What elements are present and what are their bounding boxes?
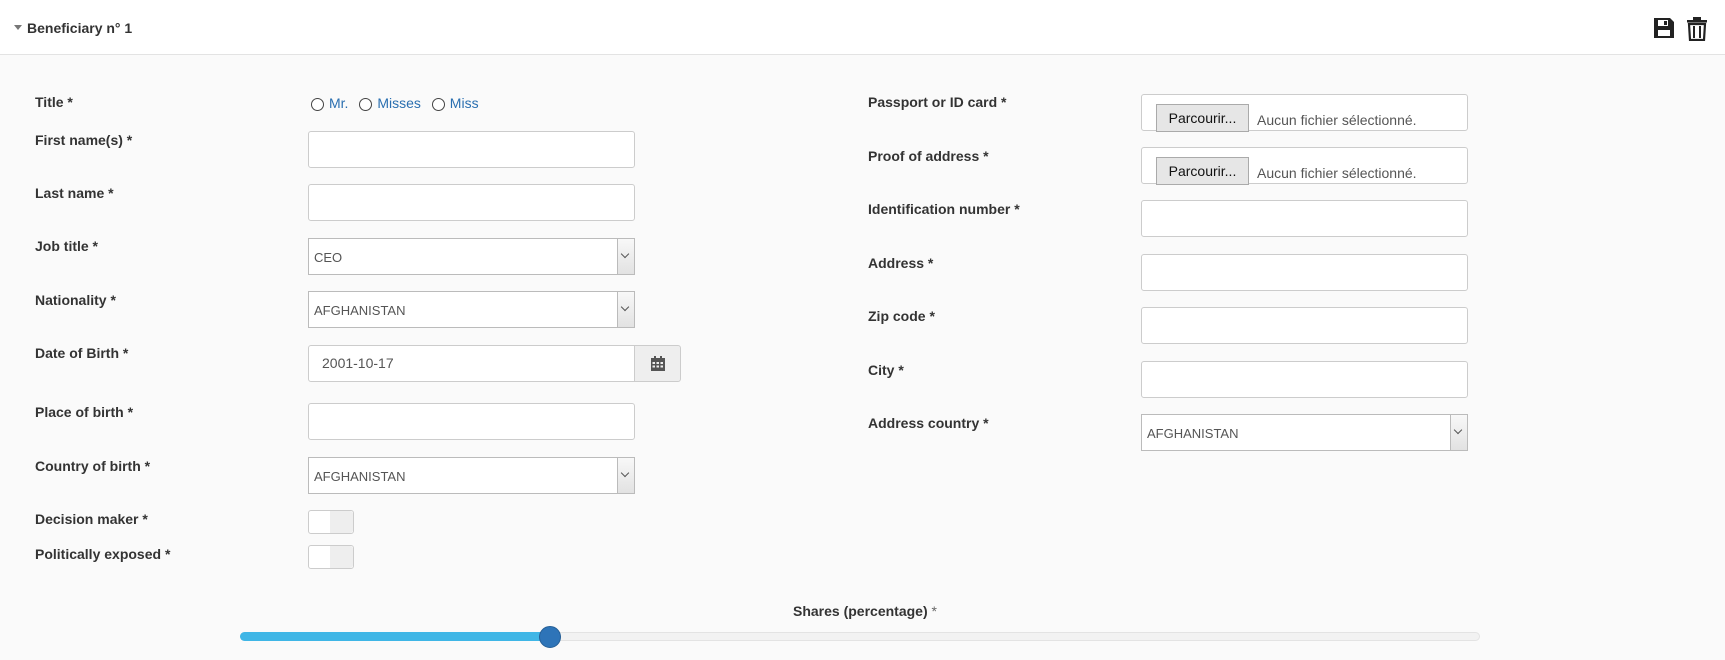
id-number-input[interactable] (1141, 200, 1468, 237)
zip-label: Zip code * (868, 308, 935, 324)
nationality-select[interactable]: AFGHANISTAN (308, 291, 635, 328)
required-mark: * (931, 603, 937, 619)
toggle-knob[interactable] (330, 546, 353, 568)
title-label: Title * (35, 94, 73, 110)
caret-down-icon[interactable] (14, 25, 22, 30)
panel-header[interactable]: Beneficiary n° 1 (0, 0, 1725, 55)
job-title-label: Job title * (35, 238, 99, 254)
title-radio-group: Mr. Misses Miss (311, 94, 486, 114)
chevron-down-icon[interactable] (617, 458, 634, 493)
browse-button[interactable]: Parcourir... (1156, 104, 1249, 132)
calendar-button[interactable] (634, 345, 681, 382)
address-country-select[interactable]: AFGHANISTAN (1141, 414, 1468, 451)
shares-label-text: Shares (percentage) (793, 603, 928, 619)
calendar-icon (651, 356, 665, 371)
passport-label: Passport or ID card * (868, 94, 1007, 110)
passport-file-input[interactable]: Parcourir... Aucun fichier sélectionné. (1141, 94, 1468, 132)
shares-label: Shares (percentage) * (793, 603, 937, 619)
panel-title: Beneficiary n° 1 (27, 20, 133, 36)
dob-label: Date of Birth * (35, 345, 129, 361)
nationality-label: Nationality * (35, 292, 116, 308)
radio-circle[interactable] (359, 98, 373, 111)
no-file-text: Aucun fichier sélectionné. (1257, 165, 1417, 181)
chevron-down-icon[interactable] (1450, 415, 1467, 450)
save-icon[interactable] (1653, 17, 1675, 42)
radio-mr[interactable]: Mr. (311, 94, 348, 111)
last-name-input[interactable] (308, 184, 635, 221)
cob-label: Country of birth * (35, 458, 151, 474)
job-title-select[interactable]: CEO (308, 238, 635, 275)
proof-address-label: Proof of address * (868, 148, 989, 164)
proof-file-input[interactable]: Parcourir... Aucun fichier sélectionné. (1141, 147, 1468, 185)
city-label: City * (868, 362, 904, 378)
radio-label-misses[interactable]: Misses (377, 95, 421, 111)
browse-button[interactable]: Parcourir... (1156, 157, 1249, 185)
id-number-label: Identification number * (868, 201, 1020, 217)
decision-maker-toggle[interactable] (308, 510, 354, 534)
radio-misses[interactable]: Misses (359, 94, 421, 111)
shares-slider-fill (240, 632, 550, 641)
address-country-value: AFGHANISTAN (1147, 426, 1239, 441)
decision-maker-label: Decision maker * (35, 511, 148, 527)
address-label: Address * (868, 255, 934, 271)
city-input[interactable] (1141, 361, 1468, 398)
cob-select[interactable]: AFGHANISTAN (308, 457, 635, 494)
radio-miss[interactable]: Miss (431, 94, 479, 111)
radio-label-miss[interactable]: Miss (450, 95, 479, 111)
dob-input[interactable]: 2001-10-17 (308, 345, 635, 382)
toggle-knob[interactable] (330, 511, 353, 533)
zip-input[interactable] (1141, 307, 1468, 344)
pob-input[interactable] (308, 403, 635, 440)
cob-value: AFGHANISTAN (314, 469, 406, 484)
chevron-down-icon[interactable] (617, 292, 634, 327)
nationality-value: AFGHANISTAN (314, 303, 406, 318)
no-file-text: Aucun fichier sélectionné. (1257, 112, 1417, 128)
last-name-label: Last name * (35, 185, 114, 201)
radio-label-mr[interactable]: Mr. (329, 95, 348, 111)
politically-exposed-label: Politically exposed * (35, 546, 171, 562)
politically-exposed-toggle[interactable] (308, 545, 354, 569)
chevron-down-icon[interactable] (617, 239, 634, 274)
radio-circle[interactable] (311, 98, 324, 111)
first-name-input[interactable] (308, 131, 635, 168)
shares-slider-handle[interactable] (539, 626, 561, 648)
radio-circle[interactable] (431, 98, 445, 111)
address-country-label: Address country * (868, 415, 989, 431)
dob-picker: 2001-10-17 (308, 345, 681, 382)
first-name-label: First name(s) * (35, 132, 133, 148)
address-input[interactable] (1141, 254, 1468, 291)
trash-icon[interactable] (1686, 17, 1708, 44)
pob-label: Place of birth * (35, 404, 134, 420)
job-title-value: CEO (314, 250, 343, 265)
